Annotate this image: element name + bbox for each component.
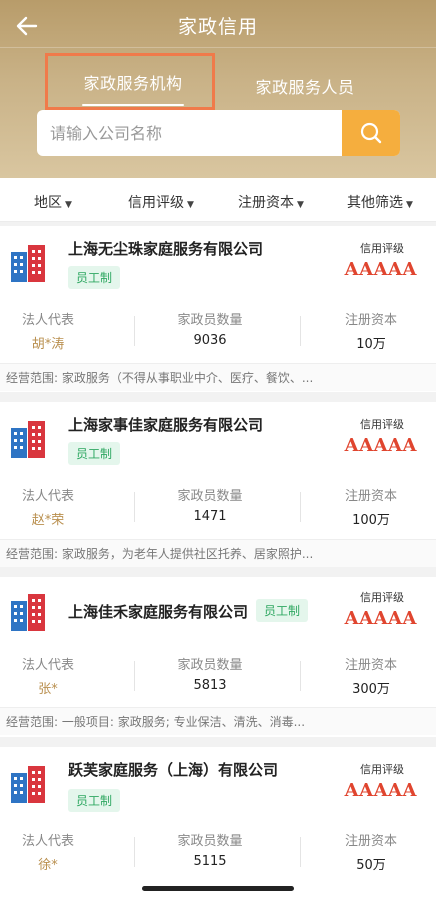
filter-capital-label: 注册资本 bbox=[238, 195, 294, 211]
header: 家政信用 家政服务机构 家政服务人员 bbox=[0, 0, 436, 178]
company-card[interactable]: 上海无尘珠家庭服务有限公司 员工制 信用评级 AAAAA 法人代表 胡*涛 家政… bbox=[0, 226, 436, 392]
divider bbox=[300, 837, 301, 867]
business-scope: 经营范围: 一般项目: 家政服务; 专业保洁、清洗、消毒... bbox=[0, 707, 436, 735]
filter-other[interactable]: 其他筛选 ▼ bbox=[347, 192, 413, 212]
employee-badge: 员工制 bbox=[68, 789, 121, 812]
page-title: 家政信用 bbox=[177, 16, 258, 38]
capital-value: 300万 bbox=[352, 682, 390, 697]
rating-label: 信用评级 bbox=[360, 763, 404, 776]
employee-badge: 员工制 bbox=[68, 442, 121, 465]
search-button[interactable] bbox=[342, 110, 400, 156]
company-name: 跃芙家庭服务（上海）有限公司 bbox=[68, 761, 279, 779]
staff-value: 5115 bbox=[193, 854, 227, 869]
credit-rating: AAAAA bbox=[344, 608, 417, 629]
caret-down-icon: ▼ bbox=[297, 200, 304, 210]
building-icon bbox=[11, 421, 45, 458]
divider bbox=[134, 837, 135, 867]
credit-rating: AAAAA bbox=[344, 259, 417, 280]
filter-capital[interactable]: 注册资本 ▼ bbox=[238, 192, 304, 212]
staff-value: 5813 bbox=[193, 678, 227, 693]
business-scope: 经营范围: 家政服务，为老年人提供社区托养、居家照护... bbox=[0, 539, 436, 567]
building-icon bbox=[11, 766, 45, 803]
rep-value: 赵*荣 bbox=[31, 513, 65, 528]
divider bbox=[300, 661, 301, 691]
search-input[interactable] bbox=[37, 110, 342, 156]
header-divider bbox=[0, 47, 436, 48]
divider bbox=[134, 661, 135, 691]
rating-label: 信用评级 bbox=[360, 242, 404, 255]
staff-label: 家政员数量 bbox=[177, 834, 243, 849]
divider bbox=[134, 316, 135, 346]
company-card[interactable]: 上海家事佳家庭服务有限公司 员工制 信用评级 AAAAA 法人代表 赵*荣 家政… bbox=[0, 402, 436, 567]
staff-label: 家政员数量 bbox=[177, 313, 243, 328]
search-icon bbox=[360, 122, 382, 144]
filter-region-label: 地区 bbox=[34, 195, 62, 211]
caret-down-icon: ▼ bbox=[406, 200, 413, 210]
search-bar bbox=[37, 110, 400, 156]
rating-label: 信用评级 bbox=[360, 418, 404, 431]
company-card[interactable]: 上海佳禾家庭服务有限公司 员工制 信用评级 AAAAA 法人代表 张* 家政员数… bbox=[0, 577, 436, 737]
tab-workers[interactable]: 家政服务人员 bbox=[238, 74, 372, 104]
rep-value: 胡*涛 bbox=[31, 337, 65, 352]
company-card[interactable]: 跃芙家庭服务（上海）有限公司 员工制 信用评级 AAAAA 法人代表 徐* 家政… bbox=[0, 747, 436, 899]
staff-label: 家政员数量 bbox=[177, 489, 243, 504]
employee-badge: 员工制 bbox=[68, 266, 121, 289]
filter-rating[interactable]: 信用评级 ▼ bbox=[128, 192, 194, 212]
caret-down-icon: ▼ bbox=[187, 200, 194, 210]
capital-label: 注册资本 bbox=[344, 313, 397, 328]
company-name: 上海家事佳家庭服务有限公司 bbox=[68, 416, 264, 434]
company-name: 上海无尘珠家庭服务有限公司 bbox=[68, 240, 264, 258]
divider bbox=[300, 316, 301, 346]
rep-label: 法人代表 bbox=[21, 489, 74, 504]
staff-value: 9036 bbox=[193, 333, 227, 348]
business-scope: 经营范围: 家政服务（不得从事职业中介、医疗、餐饮、... bbox=[0, 363, 436, 391]
capital-value: 10万 bbox=[356, 337, 386, 352]
employee-badge: 员工制 bbox=[256, 599, 309, 622]
rep-label: 法人代表 bbox=[21, 834, 74, 849]
filter-region[interactable]: 地区 ▼ bbox=[34, 192, 72, 212]
divider bbox=[134, 492, 135, 522]
credit-rating: AAAAA bbox=[344, 780, 417, 801]
rating-label: 信用评级 bbox=[360, 591, 404, 604]
capital-value: 100万 bbox=[352, 513, 390, 528]
filter-other-label: 其他筛选 bbox=[347, 195, 403, 211]
tab-highlight-box bbox=[45, 53, 215, 110]
rep-value: 张* bbox=[38, 682, 58, 697]
divider bbox=[300, 492, 301, 522]
rep-label: 法人代表 bbox=[21, 313, 74, 328]
rep-label: 法人代表 bbox=[21, 658, 74, 673]
filter-rating-label: 信用评级 bbox=[128, 195, 184, 211]
capital-label: 注册资本 bbox=[344, 658, 397, 673]
staff-label: 家政员数量 bbox=[177, 658, 243, 673]
building-icon bbox=[11, 594, 45, 631]
credit-rating: AAAAA bbox=[344, 435, 417, 456]
capital-label: 注册资本 bbox=[344, 489, 397, 504]
rep-value: 徐* bbox=[38, 858, 58, 873]
tab-workers-label: 家政服务人员 bbox=[255, 78, 355, 97]
building-icon bbox=[11, 245, 45, 282]
caret-down-icon: ▼ bbox=[65, 200, 72, 210]
staff-value: 1471 bbox=[193, 509, 227, 524]
filter-bar: 地区 ▼ 信用评级 ▼ 注册资本 ▼ 其他筛选 ▼ bbox=[0, 178, 436, 222]
home-indicator[interactable] bbox=[142, 886, 294, 891]
capital-value: 50万 bbox=[356, 858, 386, 873]
capital-label: 注册资本 bbox=[344, 834, 397, 849]
company-name: 上海佳禾家庭服务有限公司 bbox=[68, 603, 249, 621]
